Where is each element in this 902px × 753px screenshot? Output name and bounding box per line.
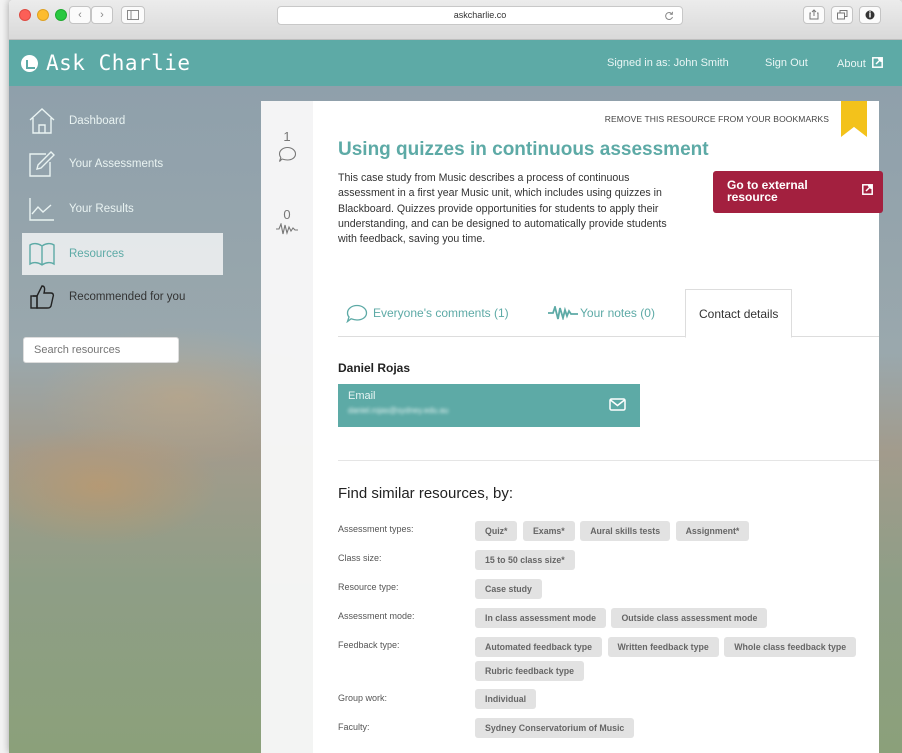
notes-count: 0 — [283, 207, 291, 222]
line-chart-icon — [29, 198, 54, 221]
share-button[interactable] — [803, 6, 825, 24]
notes-waveform-icon — [548, 306, 578, 320]
sidebar-item-label: Recommended for you — [69, 291, 186, 303]
tag-group-faculty: Sydney Conservatorium of Music — [475, 718, 865, 742]
tab-label: Your notes (0) — [580, 306, 655, 320]
home-icon — [29, 108, 55, 134]
extension-button[interactable] — [859, 6, 881, 24]
tag[interactable]: Quiz* — [475, 521, 518, 541]
tag-group-assessment-mode: In class assessment mode Outside class a… — [475, 608, 865, 632]
external-resource-button[interactable]: Go to external resource — [713, 171, 883, 213]
back-button[interactable]: ‹ — [69, 6, 91, 24]
tag[interactable]: Whole class feedback type — [724, 637, 857, 657]
tag[interactable]: Written feedback type — [607, 637, 719, 657]
envelope-icon — [609, 398, 626, 411]
sidebar-item-label: Your Assessments — [69, 158, 164, 170]
resource-panel: REMOVE THIS RESOURCE FROM YOUR BOOKMARKS… — [313, 101, 883, 753]
pencil-note-icon — [29, 151, 55, 177]
email-label: Email — [348, 390, 376, 402]
counters-column: 1 0 — [261, 101, 313, 753]
resource-description: This case study from Music describes a p… — [338, 172, 667, 246]
tag[interactable]: Automated feedback type — [475, 637, 603, 657]
sidebar-toggle-icon — [127, 10, 139, 20]
comment-count: 1 — [283, 129, 291, 144]
sidebar-item-results[interactable]: Your Results — [22, 188, 223, 230]
tab-contact-details[interactable]: Contact details — [685, 289, 793, 338]
notes-waveform-icon[interactable] — [276, 223, 298, 235]
about-label: About — [837, 58, 866, 70]
attr-label-assessment-types: Assessment types: — [338, 524, 414, 534]
contact-name: Daniel Rojas — [338, 361, 411, 375]
sidebar-item-dashboard[interactable]: Dashboard — [22, 100, 223, 142]
attr-label-resource-type: Resource type: — [338, 582, 399, 592]
maximize-window-button[interactable] — [55, 9, 67, 21]
tag-group-assessment-types: Quiz* Exams* Aural skills tests Assignme… — [475, 521, 865, 545]
tag[interactable]: In class assessment mode — [475, 608, 606, 628]
tag[interactable]: Case study — [475, 579, 542, 599]
sidebar-toggle-button[interactable] — [121, 6, 145, 24]
attr-label-faculty: Faculty: — [338, 722, 370, 732]
close-window-button[interactable] — [19, 9, 31, 21]
tag-group-class-size: 15 to 50 class size* — [475, 550, 865, 574]
external-link-icon — [871, 57, 883, 68]
bookmark-ribbon-icon[interactable] — [841, 101, 867, 137]
tag[interactable]: Assignment* — [675, 521, 750, 541]
tag[interactable]: Individual — [475, 689, 537, 709]
sidebar-item-resources[interactable]: Resources — [22, 233, 223, 275]
sidebar-item-label: Your Results — [69, 203, 134, 215]
book-icon — [29, 242, 55, 266]
tag[interactable]: Rubric feedback type — [475, 661, 584, 681]
attr-label-feedback-type: Feedback type: — [338, 640, 400, 650]
tag[interactable]: 15 to 50 class size* — [475, 550, 575, 570]
external-resource-label: Go to external resource — [727, 178, 808, 204]
sidebar-item-label: Resources — [69, 248, 124, 260]
logo-icon — [21, 55, 38, 72]
signed-in-label: Signed in as: John Smith — [607, 57, 729, 69]
email-address: daniel.rojas@sydney.edu.au — [348, 406, 449, 415]
section-divider — [338, 460, 879, 461]
sign-out-link[interactable]: Sign Out — [765, 57, 808, 69]
forward-button[interactable]: › — [91, 6, 113, 24]
url-text: askcharlie.co — [453, 10, 507, 20]
detail-tabs: Everyone's comments (1) Your notes (0) C… — [338, 289, 879, 338]
email-contact-button[interactable]: Email daniel.rojas@sydney.edu.au — [338, 384, 640, 427]
tag-group-feedback-type: Automated feedback type Written feedback… — [475, 637, 865, 685]
about-link[interactable]: About — [837, 57, 883, 70]
comment-bubble-icon[interactable] — [278, 146, 297, 163]
sidebar-item-recommended[interactable]: Recommended for you — [22, 276, 223, 318]
external-link-icon — [862, 184, 873, 195]
tag[interactable]: Aural skills tests — [580, 521, 671, 541]
tag[interactable]: Outside class assessment mode — [611, 608, 768, 628]
tag[interactable]: Sydney Conservatorium of Music — [475, 718, 635, 738]
reload-icon[interactable] — [664, 11, 674, 21]
tag-group-group-work: Individual — [475, 689, 865, 713]
tag[interactable]: Exams* — [522, 521, 575, 541]
browser-window: ‹ › askcharlie.co Ask Charlie Signed in … — [9, 0, 902, 753]
attr-label-assessment-mode: Assessment mode: — [338, 611, 415, 621]
attr-label-class-size: Class size: — [338, 553, 382, 563]
app-header: Ask Charlie Signed in as: John Smith Sig… — [9, 40, 902, 86]
comment-bubble-icon — [346, 304, 368, 323]
tab-label: Contact details — [699, 306, 779, 321]
thumbs-up-icon — [30, 285, 55, 309]
sidebar-item-assessments[interactable]: Your Assessments — [22, 143, 223, 185]
app-title[interactable]: Ask Charlie — [46, 51, 191, 75]
tab-comments[interactable]: Everyone's comments (1) — [346, 289, 509, 337]
resource-title: Using quizzes in continuous assessment — [338, 139, 709, 160]
browser-toolbar: ‹ › askcharlie.co — [9, 0, 902, 40]
similar-resources-heading: Find similar resources, by: — [338, 485, 514, 502]
remove-bookmark-link[interactable]: REMOVE THIS RESOURCE FROM YOUR BOOKMARKS — [605, 114, 829, 124]
minimize-window-button[interactable] — [37, 9, 49, 21]
attr-label-group-work: Group work: — [338, 693, 388, 703]
tab-notes[interactable]: Your notes (0) — [548, 289, 655, 337]
sidebar-item-label: Dashboard — [69, 115, 126, 127]
tabs-icon — [836, 10, 847, 20]
search-resources-input[interactable] — [23, 337, 179, 363]
tag-group-resource-type: Case study — [475, 579, 865, 603]
share-icon — [809, 9, 819, 20]
address-bar[interactable]: askcharlie.co — [277, 6, 683, 25]
tabs-button[interactable] — [831, 6, 853, 24]
tab-label: Everyone's comments (1) — [373, 306, 509, 320]
extension-icon — [865, 10, 875, 20]
